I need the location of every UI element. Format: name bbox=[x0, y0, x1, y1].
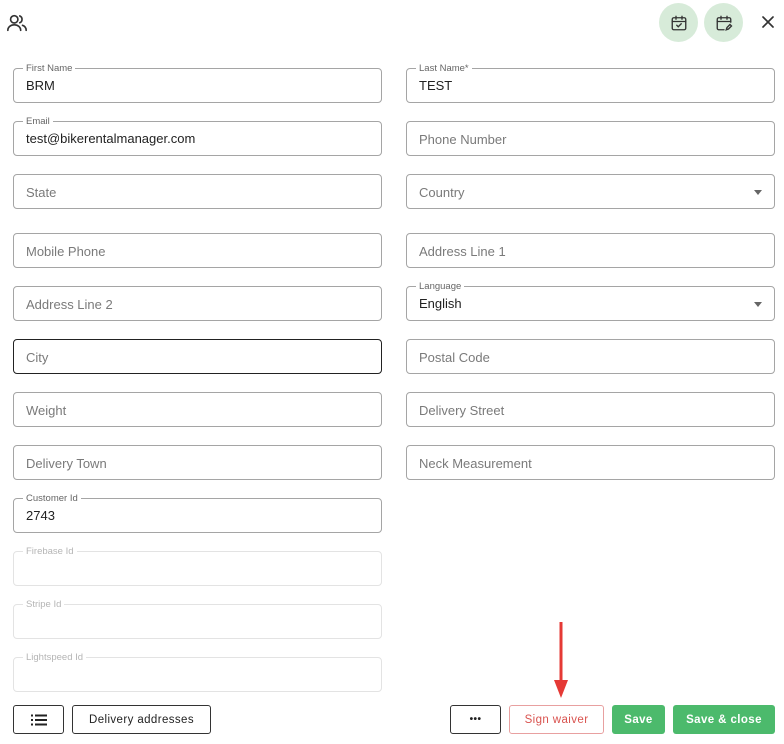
city-field[interactable]: City bbox=[13, 339, 382, 374]
language-label: Language bbox=[416, 281, 465, 292]
sign-waiver-button[interactable]: Sign waiver bbox=[509, 705, 604, 734]
mobile-phone-field[interactable]: Mobile Phone bbox=[13, 233, 382, 268]
mobile-phone-placeholder: Mobile Phone bbox=[26, 244, 106, 259]
address-line-2-placeholder: Address Line 2 bbox=[26, 297, 113, 312]
calendar-check-icon bbox=[671, 15, 686, 30]
delivery-town-placeholder: Delivery Town bbox=[26, 456, 107, 471]
customer-id-label: Customer Id bbox=[23, 493, 81, 504]
language-select[interactable]: Language English bbox=[406, 281, 775, 321]
postal-code-placeholder: Postal Code bbox=[419, 350, 490, 365]
address-line-1-placeholder: Address Line 1 bbox=[419, 244, 506, 259]
delivery-addresses-button[interactable]: Delivery addresses bbox=[72, 705, 211, 734]
list-icon bbox=[30, 714, 47, 725]
user-group-icon bbox=[7, 14, 27, 32]
language-value: English bbox=[419, 296, 462, 311]
calendar-check-button[interactable] bbox=[659, 3, 698, 42]
email-field[interactable]: Email test@bikerentalmanager.com bbox=[13, 116, 382, 156]
email-label: Email bbox=[23, 116, 53, 127]
customer-id-value: 2743 bbox=[26, 508, 55, 523]
country-select[interactable]: Country bbox=[406, 174, 775, 209]
more-options-button[interactable]: ••• bbox=[450, 705, 501, 734]
save-button[interactable]: Save bbox=[612, 705, 665, 734]
lightspeed-id-label: Lightspeed Id bbox=[23, 652, 87, 663]
delivery-town-field[interactable]: Delivery Town bbox=[13, 445, 382, 480]
state-placeholder: State bbox=[26, 185, 57, 200]
stripe-id-label: Stripe Id bbox=[23, 599, 65, 610]
save-and-close-button[interactable]: Save & close bbox=[673, 705, 775, 734]
country-placeholder: Country bbox=[419, 185, 465, 200]
phone-number-field[interactable]: Phone Number bbox=[406, 121, 775, 156]
close-icon[interactable] bbox=[758, 12, 778, 32]
weight-placeholder: Weight bbox=[26, 403, 67, 418]
neck-measurement-field[interactable]: Neck Measurement bbox=[406, 445, 775, 480]
first-name-label: First Name bbox=[23, 63, 76, 74]
chevron-down-icon bbox=[754, 302, 762, 307]
last-name-field[interactable]: Last Name* TEST bbox=[406, 63, 775, 103]
delivery-street-field[interactable]: Delivery Street bbox=[406, 392, 775, 427]
phone-number-placeholder: Phone Number bbox=[419, 132, 507, 147]
address-line-2-field[interactable]: Address Line 2 bbox=[13, 286, 382, 321]
last-name-label: Last Name* bbox=[416, 63, 472, 74]
calendar-edit-icon bbox=[716, 15, 732, 31]
delivery-street-placeholder: Delivery Street bbox=[419, 403, 505, 418]
address-line-1-field[interactable]: Address Line 1 bbox=[406, 233, 775, 268]
list-button[interactable] bbox=[13, 705, 64, 734]
stripe-id-field: Stripe Id bbox=[13, 599, 382, 639]
customer-id-field[interactable]: Customer Id 2743 bbox=[13, 493, 382, 533]
weight-field[interactable]: Weight bbox=[13, 392, 382, 427]
email-value: test@bikerentalmanager.com bbox=[26, 131, 196, 146]
arrow-down-icon bbox=[554, 622, 568, 698]
last-name-value: TEST bbox=[419, 78, 453, 93]
postal-code-field[interactable]: Postal Code bbox=[406, 339, 775, 374]
state-field[interactable]: State bbox=[13, 174, 382, 209]
firebase-id-label: Firebase Id bbox=[23, 546, 77, 557]
city-placeholder: City bbox=[26, 350, 49, 365]
neck-measurement-placeholder: Neck Measurement bbox=[419, 456, 532, 471]
chevron-down-icon bbox=[754, 190, 762, 195]
first-name-value: BRM bbox=[26, 78, 55, 93]
calendar-edit-button[interactable] bbox=[704, 3, 743, 42]
lightspeed-id-field: Lightspeed Id bbox=[13, 652, 382, 692]
first-name-field[interactable]: First Name BRM bbox=[13, 63, 382, 103]
firebase-id-field: Firebase Id bbox=[13, 546, 382, 586]
